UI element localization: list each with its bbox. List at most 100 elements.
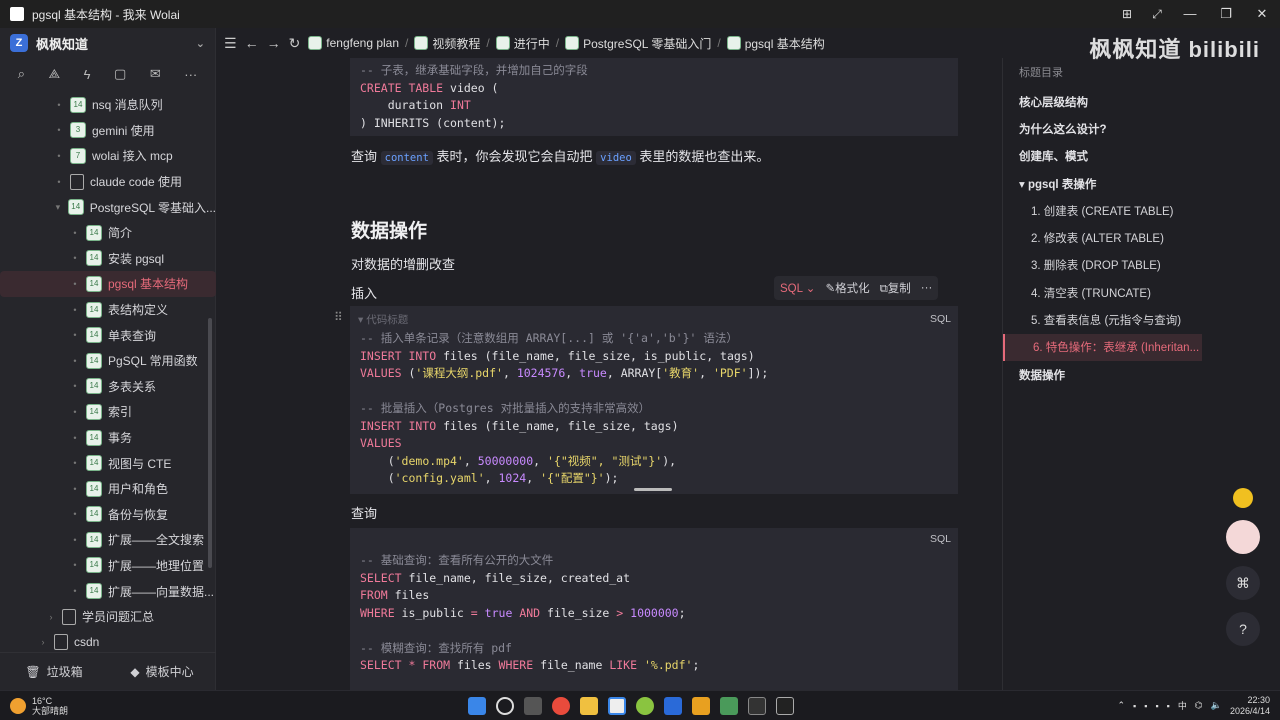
template-center-button[interactable]: ◆ 模板中心 [108,663,216,680]
task-view-icon[interactable] [524,696,542,715]
more-icon[interactable]: ··· [184,67,197,82]
maximize-button[interactable]: ❐ [1208,6,1244,22]
windows-start-icon[interactable] [468,696,486,715]
sidebar-item[interactable]: • 14 扩展——向量数据... [0,578,216,604]
tree-bullet-icon[interactable]: • [54,151,64,161]
sidebar-item[interactable]: • 14 备份与恢复 [0,502,216,528]
more-button[interactable]: ··· [921,282,933,294]
ai-assistant-icon[interactable]: ⌘ [1226,566,1260,600]
breadcrumb-item[interactable]: pgsql 基本结构 [726,35,825,52]
tray-icon[interactable]: ▪ [1144,701,1147,711]
network-icon[interactable]: ⌬ [1195,700,1203,711]
toc-item[interactable]: 创建库、模式 [1003,143,1202,170]
tree-bullet-icon[interactable]: • [70,586,80,596]
drag-handle-icon[interactable]: ⠿ [334,310,343,324]
resize-handle[interactable] [634,488,672,491]
coin-icon[interactable] [1233,488,1253,508]
tray-icon[interactable]: ▪ [1133,701,1136,711]
tree-bullet-icon[interactable]: • [70,305,80,315]
tree-bullet-icon[interactable]: • [70,484,80,494]
wolai-taskbar-icon[interactable] [608,696,626,715]
tree-bullet-icon[interactable]: • [54,177,64,187]
format-button[interactable]: ✎格式化 [825,280,869,296]
sidebar-scrollbar[interactable] [208,318,212,568]
sidebar-item[interactable]: • claude code 使用 [0,169,216,195]
sidebar-item[interactable]: • 14 用户和角色 [0,476,216,502]
ime-indicator[interactable]: 中 [1178,699,1187,712]
sidebar-item[interactable]: • 3 gemini 使用 [0,118,216,144]
tree-bullet-icon[interactable]: • [70,433,80,443]
tree-bullet-icon[interactable]: • [70,381,80,391]
toc-item[interactable]: 4. 清空表 (TRUNCATE) [1003,279,1202,306]
toc-item[interactable]: ▾ pgsql 表操作 [1003,170,1202,197]
tree-bullet-icon[interactable]: • [70,330,80,340]
menu-icon[interactable]: ☰ [224,35,237,52]
grid-icon[interactable]: ⊞ [1112,7,1142,21]
back-arrow-icon[interactable]: ← [245,35,259,52]
toc-item[interactable]: 3. 删除表 (DROP TABLE) [1003,252,1202,279]
tree-bullet-icon[interactable]: › [38,637,48,647]
weather-widget[interactable]: 16°C 大部晴朗 [0,696,200,716]
lightning-icon[interactable]: ϟ [84,67,91,82]
sidebar-item[interactable]: • 14 表结构定义 [0,297,216,323]
copy-button[interactable]: ⧉复制 [880,280,911,296]
toc-item[interactable]: 2. 修改表 (ALTER TABLE) [1003,224,1202,251]
code-lang-select[interactable]: SQL ⌄ [780,281,815,295]
tree-bullet-icon[interactable]: • [70,228,80,238]
code-block-inherits[interactable]: -- 子表，继承基础字段，并增加自己的字段 CREATE TABLE video… [350,58,958,136]
tree-bullet-icon[interactable]: • [70,458,80,468]
tree-bullet-icon[interactable]: • [70,560,80,570]
sidebar-item[interactable]: • 14 事务 [0,425,216,451]
toc-item[interactable]: 5. 查看表信息 (元指令与查询) [1003,306,1202,333]
toc-item[interactable]: 数据操作 [1003,361,1202,388]
toc-item[interactable]: 1. 创建表 (CREATE TABLE) [1003,197,1202,224]
sidebar-item[interactable]: • 14 nsq 消息队列 [0,92,216,118]
sidebar-item[interactable]: ▾ 14 PostgreSQL 零基础入... [0,194,216,220]
sidebar-item[interactable]: • 14 简介 [0,220,216,246]
sidebar-item[interactable]: • 14 视图与 CTE [0,450,216,476]
forward-arrow-icon[interactable]: → [267,35,281,52]
tree-bullet-icon[interactable]: ▾ [54,202,62,213]
toc-item[interactable]: 为什么这么设计? [1003,115,1202,142]
trash-button[interactable]: 🗑 垃圾箱 [0,663,108,680]
tree-bullet-icon[interactable]: • [70,535,80,545]
chrome-icon[interactable] [552,696,570,715]
toc-item[interactable]: 6. 特色操作：表继承 (Inheritan... [1003,333,1202,361]
sidebar-item[interactable]: • 14 索引 [0,399,216,425]
breadcrumb-item[interactable]: 视频教程 / [414,35,491,52]
sidebar-item[interactable]: • 14 扩展——全文搜索 [0,527,216,553]
toc-item[interactable]: 核心层级结构 [1003,88,1202,115]
code-title-input[interactable]: ▾ 代码标题 [358,312,408,327]
search-icon[interactable]: ⌕ [18,66,25,82]
file-explorer-icon[interactable] [580,696,598,715]
sidebar-item[interactable]: • 14 扩展——地理位置 [0,553,216,579]
volume-icon[interactable]: 🔈 [1211,700,1222,711]
sidebar-item[interactable]: • 14 pgsql 基本结构 [0,271,216,297]
app-icon[interactable] [692,696,710,715]
close-button[interactable]: ✕ [1244,6,1280,22]
tree-bullet-icon[interactable]: • [70,279,80,289]
sidebar-item[interactable]: › 学员问题汇总 [0,604,216,630]
sidebar-item[interactable]: • 14 多表关系 [0,374,216,400]
tree-bullet-icon[interactable]: • [70,407,80,417]
code-block-select[interactable]: -- 基础查询：查看所有公开的大文件 SELECT file_name, fil… [350,528,958,690]
sidebar-item[interactable]: • 14 PgSQL 常用函数 [0,348,216,374]
code-block-insert[interactable]: -- 插入单条记录（注意数组用 ARRAY[...] 或 '{'a','b'}'… [350,306,958,494]
expand-icon[interactable]: ⤢ [1142,7,1172,22]
app-icon[interactable] [748,696,766,715]
avatar[interactable] [1226,520,1260,554]
chevron-up-icon[interactable]: ⌃ [1118,700,1126,711]
refresh-icon[interactable]: ↻ [289,35,301,52]
terminal-icon[interactable] [776,696,794,715]
sidebar-item[interactable]: • 14 安装 pgsql [0,246,216,272]
tray-icon[interactable]: ▪ [1167,701,1170,711]
sidebar-item[interactable]: • 14 单表查询 [0,322,216,348]
tree-bullet-icon[interactable]: › [46,612,56,622]
search-icon[interactable] [496,696,514,715]
minimize-button[interactable]: — [1172,6,1208,22]
share-icon[interactable]: ⟁ [49,66,61,82]
tree-bullet-icon[interactable]: • [54,125,64,135]
inbox-icon[interactable]: ✉ [150,66,161,82]
clock[interactable]: 22:30 2026/4/14 [1230,695,1270,717]
help-icon[interactable]: ? [1226,612,1260,646]
